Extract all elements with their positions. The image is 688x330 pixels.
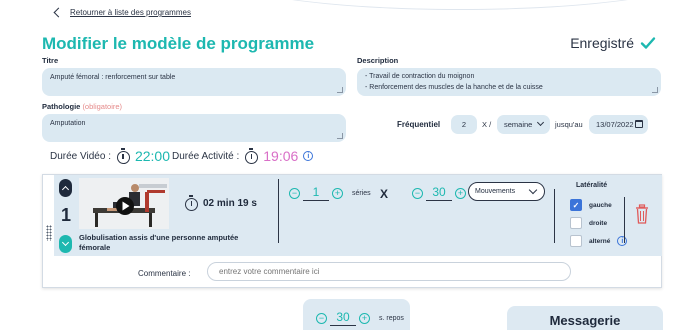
titre-value: Amputé fémoral : renforcement sur table: [50, 74, 176, 81]
chevron-left-icon: [53, 7, 64, 18]
unit-select-value: Mouvements: [475, 188, 516, 195]
rest-block: − 30 + s. repos: [303, 299, 410, 330]
trash-icon[interactable]: [635, 204, 649, 224]
exercise-card: 1 Globulisation assis d'une personne amp…: [42, 174, 662, 288]
reps-stepper[interactable]: − 30 +: [412, 185, 466, 201]
description-input[interactable]: - Travail de contraction du moignon - Re…: [357, 68, 661, 96]
series-label: séries: [352, 189, 371, 197]
increment-icon[interactable]: +: [332, 187, 343, 199]
info-icon[interactable]: i: [617, 236, 628, 246]
video-duration: Durée Vidéo : 22:00: [50, 148, 170, 164]
exercise-video-thumbnail[interactable]: [79, 178, 169, 229]
increment-icon[interactable]: +: [359, 312, 370, 324]
exercise-title: Globulisation assis d'une personne amput…: [79, 233, 239, 252]
times-sign: X: [380, 187, 389, 201]
activity-duration-label: Durée Activité :: [172, 150, 240, 162]
reps-value[interactable]: 30: [426, 185, 452, 201]
activity-duration-value: 19:06: [263, 148, 299, 164]
checkbox-icon[interactable]: [570, 235, 582, 247]
pathologie-label: Pathologie (obligatoire): [42, 102, 122, 111]
pathologie-label-text: Pathologie: [42, 102, 81, 111]
frequency-label: Fréquentiel: [397, 120, 441, 129]
comment-label: Commentaire :: [138, 269, 191, 278]
video-duration-label: Durée Vidéo :: [50, 150, 111, 162]
move-down-button[interactable]: [59, 235, 72, 253]
pathologie-value: Amputation: [50, 120, 86, 127]
chevron-down-icon: [536, 118, 545, 127]
laterality-option-label: droite: [589, 219, 608, 227]
page-title: Modifier le modèle de programme: [42, 34, 315, 53]
messaging-panel[interactable]: Messagerie: [507, 306, 663, 330]
divider: [554, 189, 555, 243]
save-status: Enregistré: [570, 35, 656, 51]
exercise-duration: 02 min 19 s: [184, 195, 257, 211]
resize-handle-icon[interactable]: [652, 87, 658, 93]
increment-icon[interactable]: +: [455, 187, 466, 199]
frequency-count-input[interactable]: 2: [451, 115, 477, 134]
exercise-duration-value: 02 min 19 s: [203, 197, 257, 209]
titre-label: Titre: [42, 56, 59, 65]
check-icon: [640, 37, 656, 49]
rest-stepper[interactable]: − 30 + s. repos: [316, 310, 404, 326]
divider: [278, 179, 279, 243]
stopwatch-icon: [244, 148, 259, 164]
drag-handle-icon[interactable]: [46, 225, 52, 241]
frequency-per: X /: [482, 120, 492, 129]
laterality-option-label: gauche: [589, 201, 612, 209]
laterality-title: Latéralité: [576, 182, 608, 189]
exercise-index: 1: [61, 205, 72, 225]
video-duration-value: 22:00: [134, 148, 171, 164]
move-up-button[interactable]: [59, 179, 72, 197]
comment-input[interactable]: [207, 262, 571, 281]
resize-handle-icon[interactable]: [337, 87, 343, 93]
chevron-up-icon: [61, 185, 70, 194]
series-value[interactable]: 1: [303, 185, 329, 201]
decrement-icon[interactable]: −: [289, 187, 300, 199]
frequency-period-value: semaine: [504, 120, 533, 129]
header-decoration: [220, 0, 688, 10]
rest-label: s. repos: [379, 314, 404, 322]
exercise-illustration: [79, 178, 169, 229]
description-label: Description: [357, 56, 399, 65]
unit-select[interactable]: Mouvements: [468, 182, 545, 201]
description-line: - Renforcement des muscles de la hanche …: [365, 84, 543, 91]
back-link-label: Retourner à liste des programmes: [70, 8, 191, 17]
checkbox-checked-icon[interactable]: ✓: [570, 199, 582, 211]
messaging-title: Messagerie: [549, 313, 621, 328]
laterality-option-droite[interactable]: droite: [570, 217, 607, 229]
required-hint: (obligatoire): [82, 102, 123, 111]
laterality-option-gauche[interactable]: ✓ gauche: [570, 199, 612, 211]
description-line: - Travail de contraction du moignon: [365, 73, 475, 80]
activity-duration: Durée Activité : 19:06 i: [172, 148, 314, 164]
stopwatch-icon: [116, 148, 130, 164]
checkbox-icon[interactable]: [570, 217, 582, 229]
save-status-label: Enregistré: [570, 35, 634, 51]
pathologie-input[interactable]: Amputation: [42, 114, 346, 142]
until-date-input[interactable]: 13/07/2022: [589, 115, 648, 134]
until-label: jusqu'au: [555, 120, 583, 129]
divider: [624, 197, 625, 243]
laterality-option-label: alterné: [589, 237, 611, 245]
chevron-down-icon: [528, 185, 538, 195]
laterality-option-alterne[interactable]: alterné i: [570, 235, 628, 247]
until-date-value: 13/07/2022: [596, 120, 634, 129]
rest-value[interactable]: 30: [330, 310, 356, 326]
info-icon[interactable]: i: [303, 151, 314, 161]
titre-input[interactable]: Amputé fémoral : renforcement sur table: [42, 68, 346, 96]
back-link[interactable]: Retourner à liste des programmes: [53, 7, 191, 18]
series-stepper[interactable]: − 1 + séries: [289, 185, 371, 201]
stopwatch-icon: [184, 195, 198, 211]
resize-handle-icon[interactable]: [337, 133, 343, 139]
calendar-icon[interactable]: [635, 120, 643, 128]
chevron-down-icon: [61, 238, 70, 247]
decrement-icon[interactable]: −: [316, 312, 327, 324]
frequency-period-select[interactable]: semaine: [497, 115, 550, 134]
decrement-icon[interactable]: −: [412, 187, 423, 199]
